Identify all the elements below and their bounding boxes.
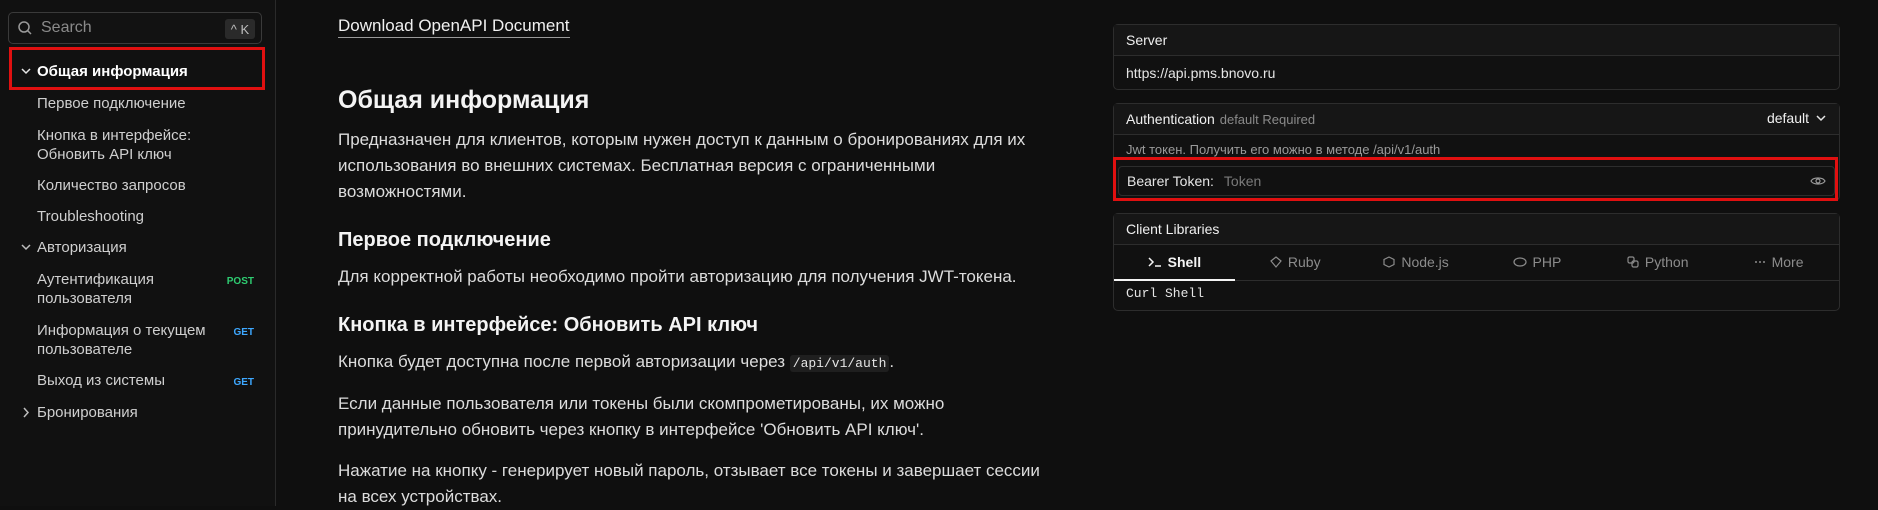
python-icon bbox=[1627, 256, 1639, 268]
sidebar-item-label: Выход из системы bbox=[37, 372, 165, 389]
sidebar: ^ K Общая информация Первое подключение … bbox=[0, 0, 276, 506]
paragraph-compromised: Если данные пользователя или токены были… bbox=[338, 391, 1058, 443]
sidebar-item-label: Авторизация bbox=[37, 239, 127, 256]
intro-line: Предназначен для клиентов, которым нужен… bbox=[338, 130, 1026, 149]
sidebar-item-label: пользователе bbox=[37, 341, 133, 358]
chevron-down-icon bbox=[21, 244, 31, 251]
paragraph-button-action: Нажатие на кнопку - генерирует новый пар… bbox=[338, 458, 1058, 510]
sidebar-item-first-connection[interactable]: Первое подключение bbox=[10, 94, 264, 113]
paragraph-line: принудительно обновить через кнопку в ин… bbox=[338, 420, 924, 439]
auth-label: Authentication bbox=[1126, 111, 1215, 127]
client-tabs: Shell Ruby Node.js PHP Python More bbox=[1114, 244, 1839, 281]
download-openapi-link[interactable]: Download OpenAPI Document bbox=[338, 16, 570, 38]
auth-header: Authentication default Required default bbox=[1114, 104, 1839, 135]
sidebar-item-current-user[interactable]: Информация о текущем пользователе GET bbox=[10, 321, 264, 359]
tab-more[interactable]: More bbox=[1718, 244, 1839, 280]
text-fragment: Кнопка будет доступна после первой автор… bbox=[338, 352, 786, 371]
sidebar-item-authentication[interactable]: Аутентификация пользователя POST bbox=[10, 270, 264, 308]
search-box[interactable]: ^ K bbox=[8, 12, 262, 44]
tab-label: Python bbox=[1644, 254, 1689, 270]
inline-code: /api/v1/auth bbox=[789, 355, 890, 372]
tab-label: Shell bbox=[1167, 254, 1202, 270]
bearer-token-input[interactable] bbox=[1221, 172, 1786, 190]
tab-shell[interactable]: Shell bbox=[1114, 244, 1235, 281]
auth-scheme-value: default bbox=[1766, 110, 1809, 126]
auth-meta: default Required bbox=[1219, 111, 1316, 127]
nodejs-icon bbox=[1383, 256, 1395, 268]
server-panel: Server https://api.pms.bnovo.ru bbox=[1113, 24, 1840, 90]
intro-paragraph: Предназначен для клиентов, которым нужен… bbox=[338, 127, 1058, 205]
terminal-icon bbox=[1148, 257, 1161, 267]
client-snippet: Curl Shell bbox=[1126, 286, 1205, 301]
sidebar-item-request-count[interactable]: Количество запросов bbox=[10, 176, 264, 195]
tab-php[interactable]: PHP bbox=[1476, 244, 1597, 280]
paragraph-line: на всех устройствах. bbox=[338, 487, 503, 506]
tab-ruby[interactable]: Ruby bbox=[1235, 244, 1356, 280]
sidebar-item-label: Troubleshooting bbox=[37, 208, 145, 225]
more-icon bbox=[1754, 261, 1765, 263]
server-header: Server bbox=[1114, 25, 1839, 56]
bearer-token-field[interactable]: Bearer Token: bbox=[1118, 166, 1835, 196]
method-badge-get: GET bbox=[233, 377, 254, 388]
paragraph-line: Если данные пользователя или токены были… bbox=[338, 394, 945, 413]
method-badge-post: POST bbox=[226, 276, 254, 287]
search-icon bbox=[18, 21, 32, 35]
search-shortcut: ^ K bbox=[225, 19, 255, 39]
intro-line: использования во внешних системах. Беспл… bbox=[338, 156, 936, 175]
php-icon bbox=[1512, 257, 1527, 267]
sidebar-item-label: пользователя bbox=[37, 290, 132, 307]
section-text: Для корректной работы необходимо пройти … bbox=[338, 267, 1017, 286]
sidebar-item-label: Бронирования bbox=[37, 404, 138, 421]
sidebar-item-label: Информация о текущем bbox=[37, 322, 206, 339]
paragraph-line: Нажатие на кнопку - генерирует новый пар… bbox=[338, 461, 1040, 480]
auth-description: Jwt токен. Получить его можно в методе /… bbox=[1126, 141, 1441, 157]
sidebar-item-label: Кнопка в интерфейсе: bbox=[37, 127, 192, 144]
method-badge-get: GET bbox=[233, 327, 254, 338]
section-text: Кнопка будет доступна после первой автор… bbox=[338, 349, 1058, 377]
tab-label: Node.js bbox=[1401, 254, 1449, 270]
sidebar-item-logout[interactable]: Выход из системы GET bbox=[10, 371, 264, 390]
search-input[interactable] bbox=[39, 18, 213, 38]
chevron-down-icon bbox=[1816, 115, 1826, 122]
section-title-update-api-key: Кнопка в интерфейсе: Обновить API ключ bbox=[338, 314, 758, 336]
sidebar-item-update-api-key[interactable]: Кнопка в интерфейсе: Обновить API ключ bbox=[10, 126, 264, 164]
ruby-icon bbox=[1270, 256, 1282, 268]
tab-label: More bbox=[1771, 254, 1804, 270]
chevron-right-icon bbox=[23, 407, 30, 418]
text-fragment: . bbox=[889, 352, 895, 371]
page-title: Общая информация bbox=[338, 86, 590, 114]
sidebar-item-label: Количество запросов bbox=[37, 177, 186, 194]
token-label: Bearer Token: bbox=[1127, 173, 1214, 189]
auth-panel: Authentication default Required default … bbox=[1113, 103, 1840, 201]
client-libraries-header: Client Libraries bbox=[1114, 214, 1839, 245]
server-url[interactable]: https://api.pms.bnovo.ru bbox=[1114, 56, 1839, 90]
sidebar-item-general-info[interactable]: Общая информация bbox=[10, 62, 264, 81]
chevron-down-icon bbox=[21, 68, 31, 75]
client-libraries-panel: Client Libraries Shell Ruby Node.js PHP … bbox=[1113, 213, 1840, 311]
sidebar-item-bookings[interactable]: Бронирования bbox=[10, 403, 264, 422]
sidebar-item-authorization[interactable]: Авторизация bbox=[10, 238, 264, 257]
tab-python[interactable]: Python bbox=[1597, 244, 1718, 280]
sidebar-item-label: Общая информация bbox=[37, 63, 188, 80]
tab-label: PHP bbox=[1532, 254, 1562, 270]
section-title-first-connection: Первое подключение bbox=[338, 229, 551, 251]
sidebar-item-label: Первое подключение bbox=[37, 95, 186, 112]
sidebar-item-label: Обновить API ключ bbox=[37, 146, 172, 163]
tab-label: Ruby bbox=[1287, 254, 1321, 270]
eye-icon[interactable] bbox=[1810, 173, 1826, 189]
auth-scheme-select[interactable]: default bbox=[1767, 110, 1827, 126]
tab-nodejs[interactable]: Node.js bbox=[1356, 244, 1477, 280]
sidebar-item-troubleshooting[interactable]: Troubleshooting bbox=[10, 207, 264, 226]
intro-line: возможностями. bbox=[338, 182, 467, 201]
